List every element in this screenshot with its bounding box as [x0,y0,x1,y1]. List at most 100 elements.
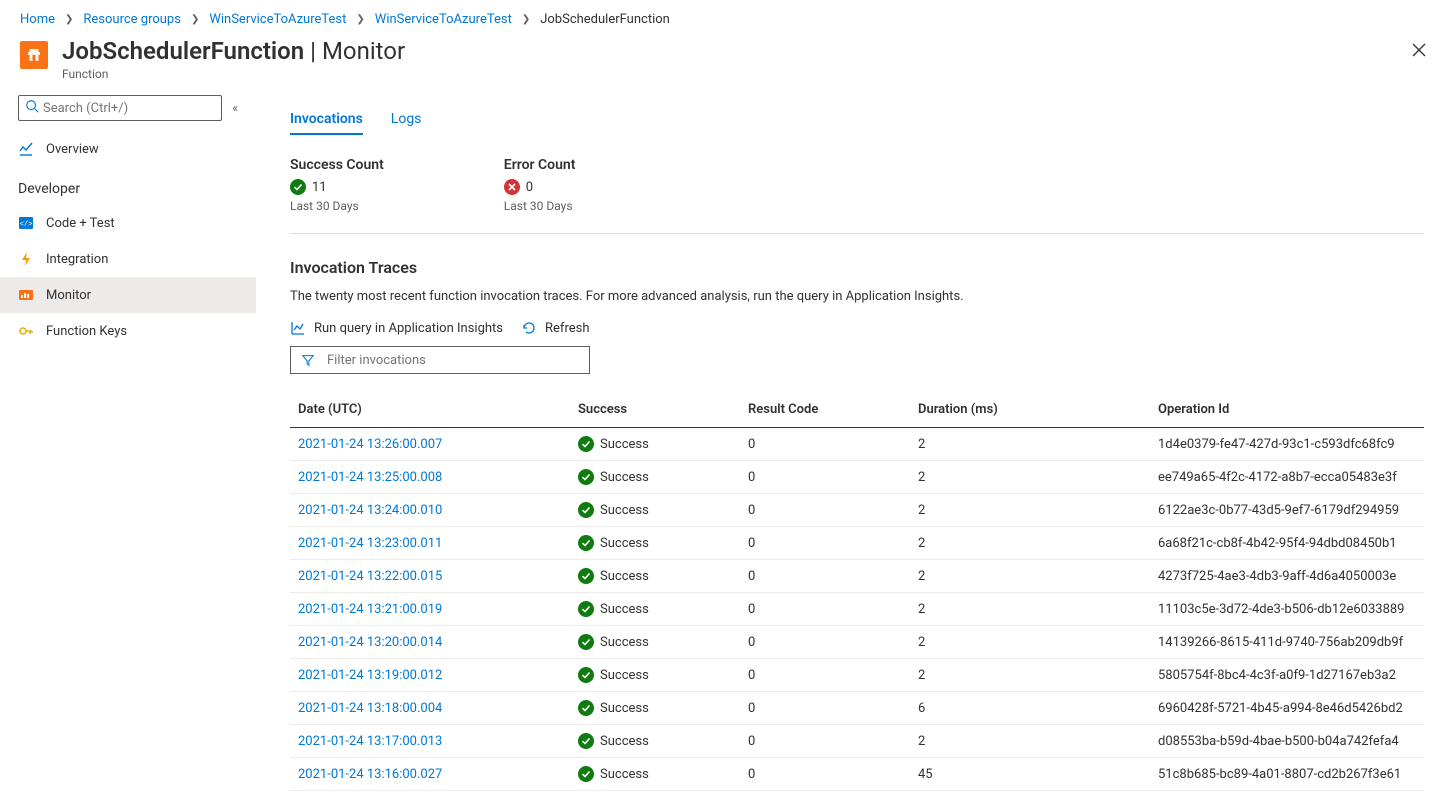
success-icon [578,766,594,782]
monitor-icon [18,287,34,303]
duration-ms: 6 [910,692,1150,725]
metric-error: Error Count 0 Last 30 Days [504,157,576,213]
success-label: Success [600,635,649,650]
success-cell: Success [578,766,732,782]
invocation-date-link[interactable]: 2021-01-24 13:17:00.013 [298,734,442,749]
sidebar-search[interactable] [18,95,222,121]
success-cell: Success [578,469,732,485]
close-button[interactable] [1406,37,1432,66]
success-icon [578,436,594,452]
key-icon [18,323,34,339]
result-code: 0 [740,461,910,494]
operation-id: 14139266-8615-411d-9740-756ab209db9f [1150,626,1424,659]
duration-ms: 2 [910,428,1150,461]
operation-id: d08553ba-b59d-4bae-b500-b04a742fefa4 [1150,725,1424,758]
invocation-date-link[interactable]: 2021-01-24 13:21:00.019 [298,602,442,617]
invocation-date-link[interactable]: 2021-01-24 13:19:00.012 [298,668,442,683]
refresh-icon [521,320,537,336]
table-row: 2021-01-24 13:25:00.008Success02ee749a65… [290,461,1424,494]
success-label: Success [600,668,649,683]
invocation-date-link[interactable]: 2021-01-24 13:26:00.007 [298,437,442,452]
table-row: 2021-01-24 13:21:00.019Success0211103c5e… [290,593,1424,626]
success-label: Success [600,734,649,749]
duration-ms: 2 [910,725,1150,758]
table-row: 2021-01-24 13:26:00.007Success021d4e0379… [290,428,1424,461]
duration-ms: 2 [910,494,1150,527]
run-query-button[interactable]: Run query in Application Insights [290,320,503,336]
invocation-date-link[interactable]: 2021-01-24 13:18:00.004 [298,701,442,716]
chevron-right-icon: ❯ [522,14,530,25]
filter-icon [301,353,315,367]
metric-success: Success Count 11 Last 30 Days [290,157,384,213]
filter-invocations[interactable] [290,346,590,374]
success-cell: Success [578,733,732,749]
sidebar-item-label: Monitor [46,288,91,303]
col-success[interactable]: Success [570,392,740,428]
chevron-right-icon: ❯ [65,14,73,25]
filter-input[interactable] [325,352,579,369]
result-code: 0 [740,758,910,791]
operation-id: 1d4e0379-fe47-427d-93c1-c593dfc68fc9 [1150,428,1424,461]
sidebar-item-overview[interactable]: Overview [0,131,256,167]
result-code: 0 [740,428,910,461]
result-code: 0 [740,626,910,659]
result-code: 0 [740,593,910,626]
invocation-date-link[interactable]: 2021-01-24 13:22:00.015 [298,569,442,584]
sidebar-item-function-keys[interactable]: Function Keys [0,313,256,349]
collapse-sidebar-button[interactable]: « [232,101,238,115]
invocations-table: Date (UTC) Success Result Code Duration … [290,392,1424,791]
operation-id: 5805754f-8bc4-4c3f-a0f9-1d27167eb3a2 [1150,659,1424,692]
breadcrumb-rg1[interactable]: WinServiceToAzureTest [209,12,346,27]
sidebar-search-input[interactable] [39,99,215,118]
chevron-right-icon: ❯ [191,14,199,25]
success-label: Success [600,503,649,518]
col-result[interactable]: Result Code [740,392,910,428]
invocation-date-link[interactable]: 2021-01-24 13:23:00.011 [298,536,442,551]
breadcrumb-home[interactable]: Home [20,12,55,27]
code-icon: </> [18,215,34,231]
col-operation-id[interactable]: Operation Id [1150,392,1424,428]
success-label: Success [600,470,649,485]
error-icon [504,179,520,195]
duration-ms: 2 [910,560,1150,593]
table-row: 2021-01-24 13:23:00.011Success026a68f21c… [290,527,1424,560]
breadcrumb-resource-groups[interactable]: Resource groups [83,12,181,27]
result-code: 0 [740,527,910,560]
success-icon [290,179,306,195]
search-icon [25,99,39,117]
toolbar-label: Run query in Application Insights [314,321,503,336]
operation-id: ee749a65-4f2c-4172-a8b7-ecca05483e3f [1150,461,1424,494]
refresh-button[interactable]: Refresh [521,320,589,336]
success-icon [578,634,594,650]
tab-logs[interactable]: Logs [391,111,422,135]
sidebar-item-integration[interactable]: Integration [0,241,256,277]
sidebar-group-developer: Developer [0,167,256,205]
success-label: Success [600,569,649,584]
success-icon [578,733,594,749]
invocation-date-link[interactable]: 2021-01-24 13:20:00.014 [298,635,442,650]
metric-sub: Last 30 Days [504,199,576,213]
table-row: 2021-01-24 13:24:00.010Success026122ae3c… [290,494,1424,527]
table-row: 2021-01-24 13:16:00.027Success04551c8b68… [290,758,1424,791]
metric-value: 11 [312,180,327,195]
col-duration[interactable]: Duration (ms) [910,392,1150,428]
sidebar-item-label: Code + Test [46,216,115,231]
col-date[interactable]: Date (UTC) [290,392,570,428]
invocation-date-link[interactable]: 2021-01-24 13:16:00.027 [298,767,442,782]
sidebar: « Overview Developer </> Code + Test Int… [0,85,256,811]
chevron-right-icon: ❯ [356,14,364,25]
duration-ms: 2 [910,527,1150,560]
invocation-date-link[interactable]: 2021-01-24 13:24:00.010 [298,503,442,518]
sidebar-item-monitor[interactable]: Monitor [0,277,256,313]
section-title-traces: Invocation Traces [290,258,1424,277]
table-row: 2021-01-24 13:17:00.013Success02d08553ba… [290,725,1424,758]
page-header: JobSchedulerFunction | Monitor Function [0,37,1452,85]
sidebar-item-code-test[interactable]: </> Code + Test [0,205,256,241]
lightning-icon [18,251,34,267]
success-cell: Success [578,568,732,584]
tab-invocations[interactable]: Invocations [290,111,363,135]
function-icon [20,41,48,69]
breadcrumb-rg2[interactable]: WinServiceToAzureTest [375,12,512,27]
invocation-date-link[interactable]: 2021-01-24 13:25:00.008 [298,470,442,485]
toolbar-label: Refresh [545,321,589,336]
